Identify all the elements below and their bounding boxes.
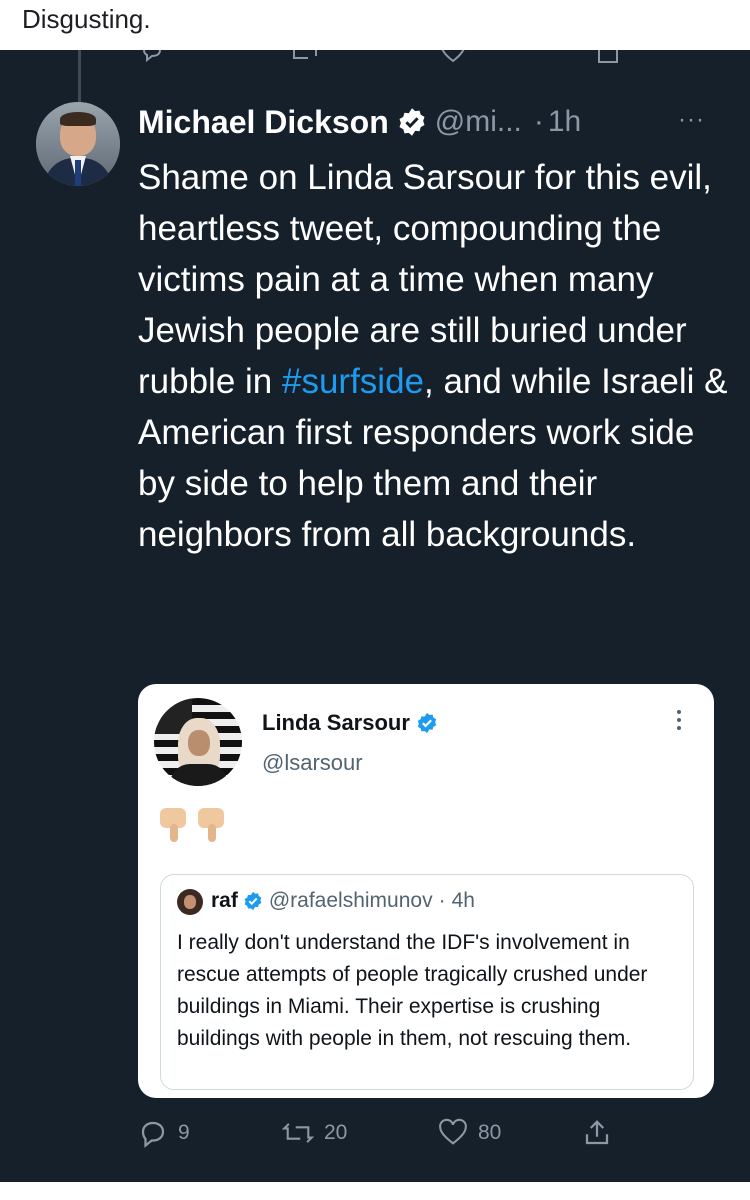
author-avatar[interactable] bbox=[36, 102, 120, 186]
like-button[interactable]: 80 bbox=[438, 1118, 501, 1148]
nested-author-handle[interactable]: @rafaelshimunov bbox=[269, 889, 433, 913]
bottom-strip bbox=[0, 1182, 750, 1200]
verified-badge-icon bbox=[243, 891, 263, 911]
nested-author-name[interactable]: raf bbox=[211, 889, 238, 913]
quoted-tweet-card[interactable]: Linda Sarsour @lsarsour raf @rafaelshimu… bbox=[138, 684, 714, 1098]
more-options-icon[interactable] bbox=[674, 708, 684, 732]
more-options-icon[interactable]: ··· bbox=[678, 106, 705, 134]
retweet-button[interactable]: 20 bbox=[282, 1118, 347, 1148]
like-count: 80 bbox=[478, 1121, 502, 1144]
thumbs-down-emoji bbox=[158, 808, 188, 844]
quoted-author-avatar[interactable] bbox=[154, 698, 242, 786]
nested-tweet-time[interactable]: 4h bbox=[452, 889, 475, 913]
reply-button[interactable]: 9 bbox=[138, 1118, 190, 1148]
nested-tweet-text: I really don't understand the IDF's invo… bbox=[177, 931, 648, 1050]
retweet-icon bbox=[282, 1118, 314, 1148]
verified-badge-icon bbox=[397, 107, 427, 137]
share-icon bbox=[582, 1118, 612, 1148]
thumbs-down-emoji bbox=[196, 808, 226, 844]
nested-tweet-header: raf @rafaelshimunov · 4h bbox=[211, 889, 475, 913]
retweet-count: 20 bbox=[324, 1121, 348, 1144]
reply-icon bbox=[138, 1118, 168, 1148]
share-icon bbox=[596, 50, 620, 66]
verified-badge-icon bbox=[416, 712, 438, 734]
author-name[interactable]: Michael Dickson bbox=[138, 104, 389, 141]
thread-connector bbox=[78, 50, 81, 102]
author-handle[interactable]: @mi... bbox=[435, 105, 522, 139]
tweet-time[interactable]: 1h bbox=[548, 105, 581, 139]
quoted-author-handle[interactable]: @lsarsour bbox=[262, 750, 363, 776]
heart-icon bbox=[438, 1118, 468, 1148]
quoted-author-name-row: Linda Sarsour bbox=[262, 710, 438, 736]
post-caption: Disgusting. bbox=[0, 0, 750, 50]
nested-author-avatar[interactable] bbox=[177, 889, 203, 915]
tweet-text: Shame on Linda Sarsour for this evil, he… bbox=[138, 152, 728, 560]
tweet-actions: 9 20 80 bbox=[138, 1118, 638, 1158]
time-separator: · bbox=[533, 105, 544, 138]
quoted-author-name[interactable]: Linda Sarsour bbox=[262, 710, 410, 736]
emoji-row bbox=[158, 808, 226, 844]
reply-count: 9 bbox=[178, 1121, 190, 1144]
reply-icon bbox=[140, 50, 164, 66]
retweet-icon bbox=[290, 50, 320, 66]
hashtag-link[interactable]: #surfside bbox=[282, 362, 424, 401]
nested-quoted-tweet[interactable]: raf @rafaelshimunov · 4h I really don't … bbox=[160, 874, 694, 1090]
heart-icon bbox=[440, 50, 466, 66]
time-separator: · bbox=[438, 889, 446, 912]
previous-tweet-actions bbox=[140, 50, 620, 66]
tweet-header: Michael Dickson @mi... · 1h bbox=[138, 100, 581, 144]
share-button[interactable] bbox=[582, 1118, 612, 1148]
